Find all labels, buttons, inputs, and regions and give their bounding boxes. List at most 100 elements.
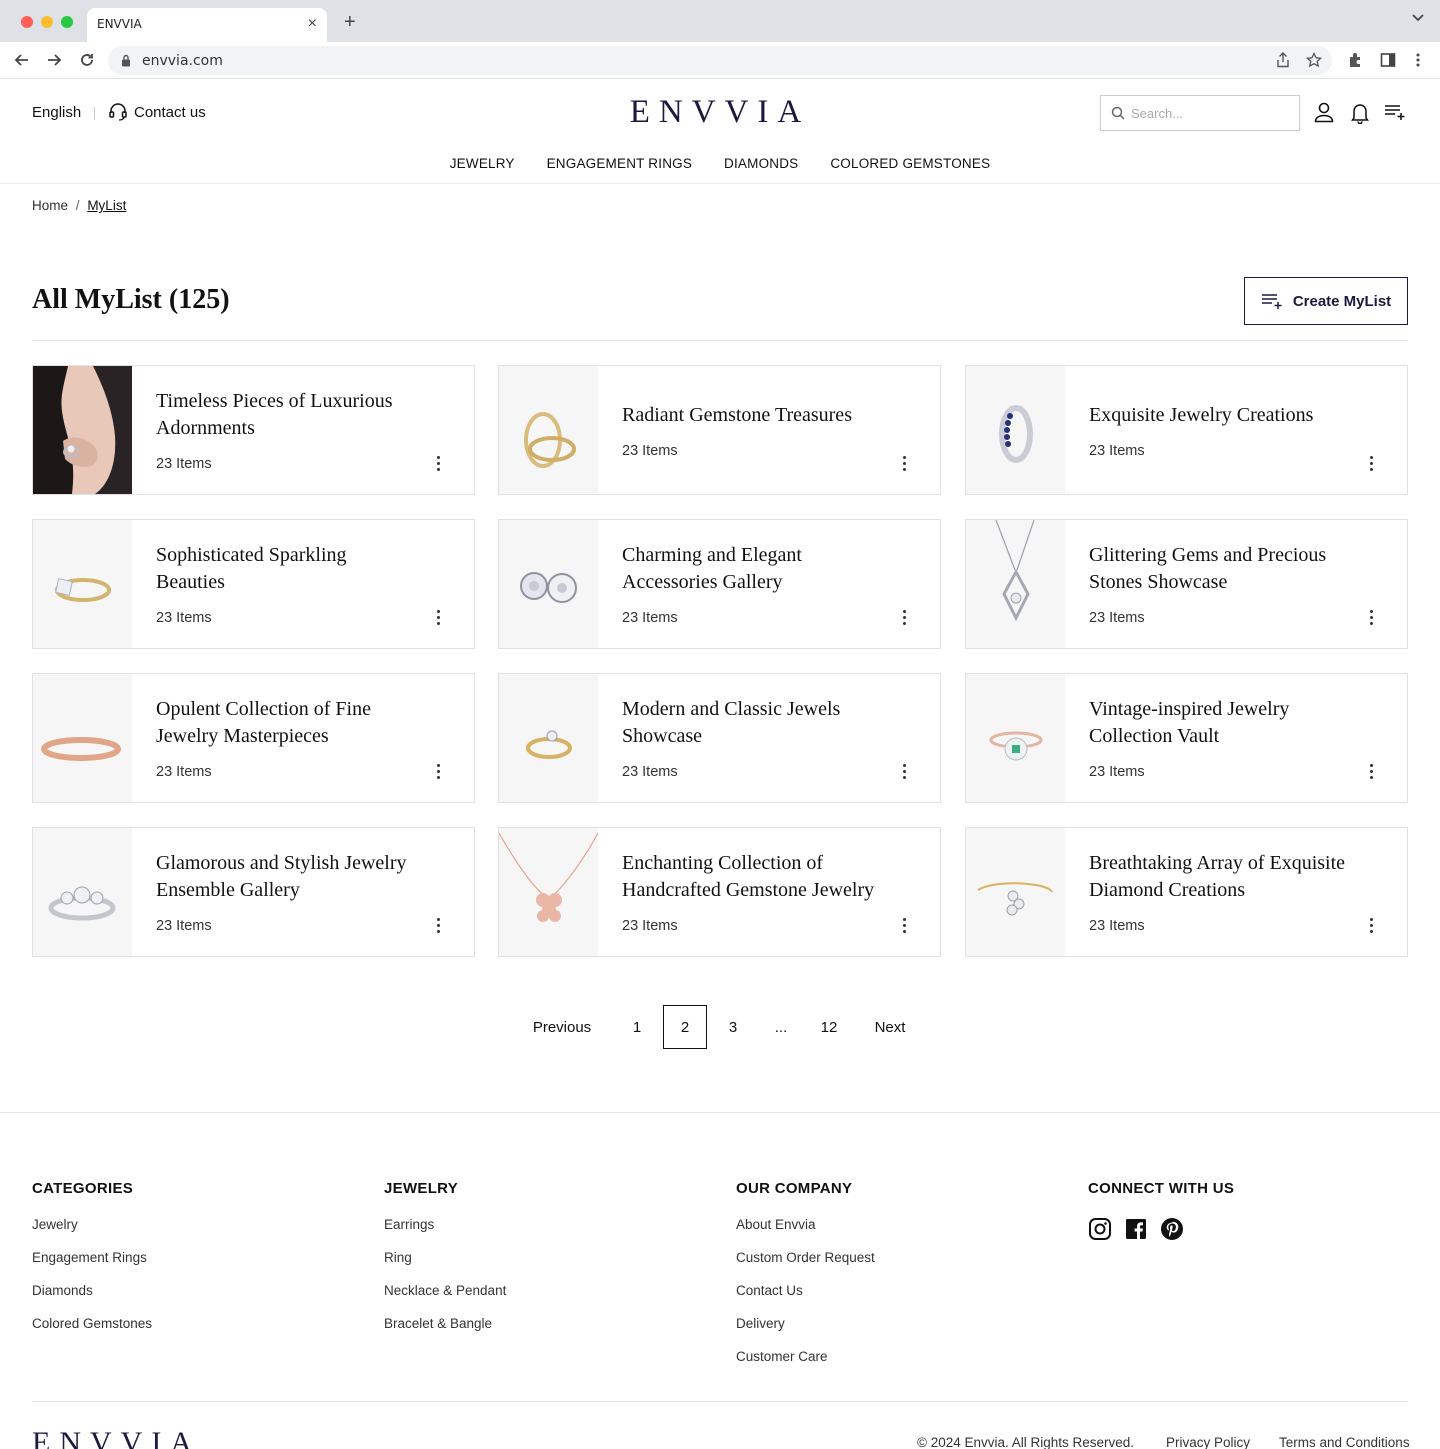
more-options-icon[interactable] xyxy=(900,456,910,472)
mylist-thumbnail[interactable] xyxy=(966,828,1065,956)
mylist-card[interactable]: Opulent Collection of Fine Jewelry Maste… xyxy=(32,673,475,803)
minimize-window-button[interactable] xyxy=(41,16,53,28)
mylist-card[interactable]: Enchanting Collection of Handcrafted Gem… xyxy=(498,827,941,957)
more-options-icon[interactable] xyxy=(434,610,444,626)
facebook-icon[interactable] xyxy=(1124,1217,1148,1241)
mylist-title[interactable]: Timeless Pieces of Luxurious Adornments xyxy=(156,388,414,442)
pinterest-icon[interactable] xyxy=(1160,1217,1184,1241)
breadcrumb-home[interactable]: Home xyxy=(32,198,68,213)
back-arrow-icon[interactable] xyxy=(13,51,31,69)
footer-link-colored-gemstones[interactable]: Colored Gemstones xyxy=(32,1316,152,1349)
mylist-thumbnail[interactable] xyxy=(33,828,132,956)
mylist-title[interactable]: Sophisticated Sparkling Beauties xyxy=(156,542,414,596)
mylist-thumbnail[interactable] xyxy=(966,674,1065,802)
footer-link-custom-order[interactable]: Custom Order Request xyxy=(736,1250,875,1283)
mylist-title[interactable]: Charming and Elegant Accessories Gallery xyxy=(622,542,880,596)
footer-link-ring[interactable]: Ring xyxy=(384,1250,506,1283)
more-options-icon[interactable] xyxy=(1367,764,1377,780)
footer-link-delivery[interactable]: Delivery xyxy=(736,1316,875,1349)
mylist-thumbnail[interactable] xyxy=(966,520,1065,648)
mylist-thumbnail[interactable] xyxy=(499,674,598,802)
tab-search-chevron-icon[interactable] xyxy=(1412,14,1424,22)
reload-icon[interactable] xyxy=(78,51,96,69)
mylist-thumbnail[interactable] xyxy=(966,366,1065,494)
mylist-title[interactable]: Modern and Classic Jewels Showcase xyxy=(622,696,880,750)
more-options-icon[interactable] xyxy=(434,764,444,780)
mylist-card[interactable]: Glamorous and Stylish Jewelry Ensemble G… xyxy=(32,827,475,957)
mylist-card[interactable]: Charming and Elegant Accessories Gallery… xyxy=(498,519,941,649)
footer-link-about[interactable]: About Envvia xyxy=(736,1217,875,1250)
pagination-previous[interactable]: Previous xyxy=(520,1005,604,1049)
nav-diamonds[interactable]: DIAMONDS xyxy=(724,156,798,171)
more-options-icon[interactable] xyxy=(434,456,444,472)
mylist-thumbnail[interactable] xyxy=(499,520,598,648)
mylist-title[interactable]: Enchanting Collection of Handcrafted Gem… xyxy=(622,850,880,904)
close-window-button[interactable] xyxy=(21,16,33,28)
mylist-add-icon[interactable] xyxy=(1384,104,1408,120)
share-icon[interactable] xyxy=(1276,52,1290,68)
browser-menu-icon[interactable] xyxy=(1415,52,1421,68)
more-options-icon[interactable] xyxy=(1367,610,1377,626)
mylist-card[interactable]: Breathtaking Array of Exquisite Diamond … xyxy=(965,827,1408,957)
more-options-icon[interactable] xyxy=(1367,456,1377,472)
breadcrumb-current[interactable]: MyList xyxy=(87,198,126,213)
pagination-next[interactable]: Next xyxy=(860,1005,920,1049)
privacy-policy-link[interactable]: Privacy Policy xyxy=(1166,1435,1250,1449)
mylist-title[interactable]: Vintage-inspired Jewelry Collection Vaul… xyxy=(1089,696,1347,750)
contact-us-link[interactable]: Contact us xyxy=(108,103,206,121)
pagination-page-12[interactable]: 12 xyxy=(807,1005,851,1049)
mylist-thumbnail[interactable] xyxy=(33,366,132,494)
address-bar[interactable]: envvia.com xyxy=(108,46,1332,75)
create-mylist-button[interactable]: Create MyList xyxy=(1244,277,1408,325)
search-icon[interactable] xyxy=(1111,106,1125,120)
nav-colored-gemstones[interactable]: COLORED GEMSTONES xyxy=(830,156,990,171)
account-icon[interactable] xyxy=(1314,102,1334,124)
pagination-page-1[interactable]: 1 xyxy=(615,1005,659,1049)
footer-link-contact[interactable]: Contact Us xyxy=(736,1283,875,1316)
notification-bell-icon[interactable] xyxy=(1351,102,1369,124)
mylist-title[interactable]: Opulent Collection of Fine Jewelry Maste… xyxy=(156,696,414,750)
mylist-card[interactable]: Timeless Pieces of Luxurious Adornments 2… xyxy=(32,365,475,495)
side-panel-icon[interactable] xyxy=(1380,52,1396,68)
search-input[interactable] xyxy=(1131,96,1296,130)
footer-link-diamonds[interactable]: Diamonds xyxy=(32,1283,152,1316)
footer-link-customer-care[interactable]: Customer Care xyxy=(736,1349,875,1382)
browser-tab[interactable]: ENVVIA × xyxy=(87,8,327,42)
mylist-card[interactable]: Radiant Gemstone Treasures 23 Items xyxy=(498,365,941,495)
footer-link-earrings[interactable]: Earrings xyxy=(384,1217,506,1250)
mylist-title[interactable]: Glamorous and Stylish Jewelry Ensemble G… xyxy=(156,850,414,904)
mylist-title[interactable]: Breathtaking Array of Exquisite Diamond … xyxy=(1089,850,1347,904)
more-options-icon[interactable] xyxy=(434,918,444,934)
mylist-title[interactable]: Exquisite Jewelry Creations xyxy=(1089,402,1347,429)
nav-engagement-rings[interactable]: ENGAGEMENT RINGS xyxy=(547,156,692,171)
footer-link-engagement-rings[interactable]: Engagement Rings xyxy=(32,1250,152,1283)
bookmark-star-icon[interactable] xyxy=(1306,52,1322,68)
nav-jewelry[interactable]: JEWELRY xyxy=(450,156,515,171)
tab-close-icon[interactable]: × xyxy=(308,15,317,33)
mylist-card[interactable]: Sophisticated Sparkling Beauties 23 Items xyxy=(32,519,475,649)
mylist-thumbnail[interactable] xyxy=(499,828,598,956)
pagination-page-3[interactable]: 3 xyxy=(711,1005,755,1049)
instagram-icon[interactable] xyxy=(1088,1217,1112,1241)
more-options-icon[interactable] xyxy=(900,610,910,626)
footer-link-necklace-pendant[interactable]: Necklace & Pendant xyxy=(384,1283,506,1316)
pagination-page-2-current[interactable]: 2 xyxy=(663,1005,707,1049)
mylist-title[interactable]: Glittering Gems and Precious Stones Show… xyxy=(1089,542,1347,596)
new-tab-icon[interactable]: + xyxy=(344,12,356,32)
mylist-title[interactable]: Radiant Gemstone Treasures xyxy=(622,402,880,429)
terms-link[interactable]: Terms and Conditions xyxy=(1279,1435,1410,1449)
mylist-card[interactable]: Modern and Classic Jewels Showcase 23 Ite… xyxy=(498,673,941,803)
more-options-icon[interactable] xyxy=(900,764,910,780)
maximize-window-button[interactable] xyxy=(61,16,73,28)
mylist-card[interactable]: Vintage-inspired Jewelry Collection Vaul… xyxy=(965,673,1408,803)
forward-arrow-icon[interactable] xyxy=(45,51,63,69)
more-options-icon[interactable] xyxy=(1367,918,1377,934)
more-options-icon[interactable] xyxy=(900,918,910,934)
mylist-card[interactable]: Glittering Gems and Precious Stones Show… xyxy=(965,519,1408,649)
footer-link-bracelet-bangle[interactable]: Bracelet & Bangle xyxy=(384,1316,506,1349)
mylist-card[interactable]: Exquisite Jewelry Creations 23 Items xyxy=(965,365,1408,495)
extensions-puzzle-icon[interactable] xyxy=(1348,52,1364,68)
footer-link-jewelry[interactable]: Jewelry xyxy=(32,1217,152,1250)
language-selector[interactable]: English xyxy=(32,104,81,121)
footer-logo[interactable]: ENVVIA xyxy=(32,1426,201,1449)
